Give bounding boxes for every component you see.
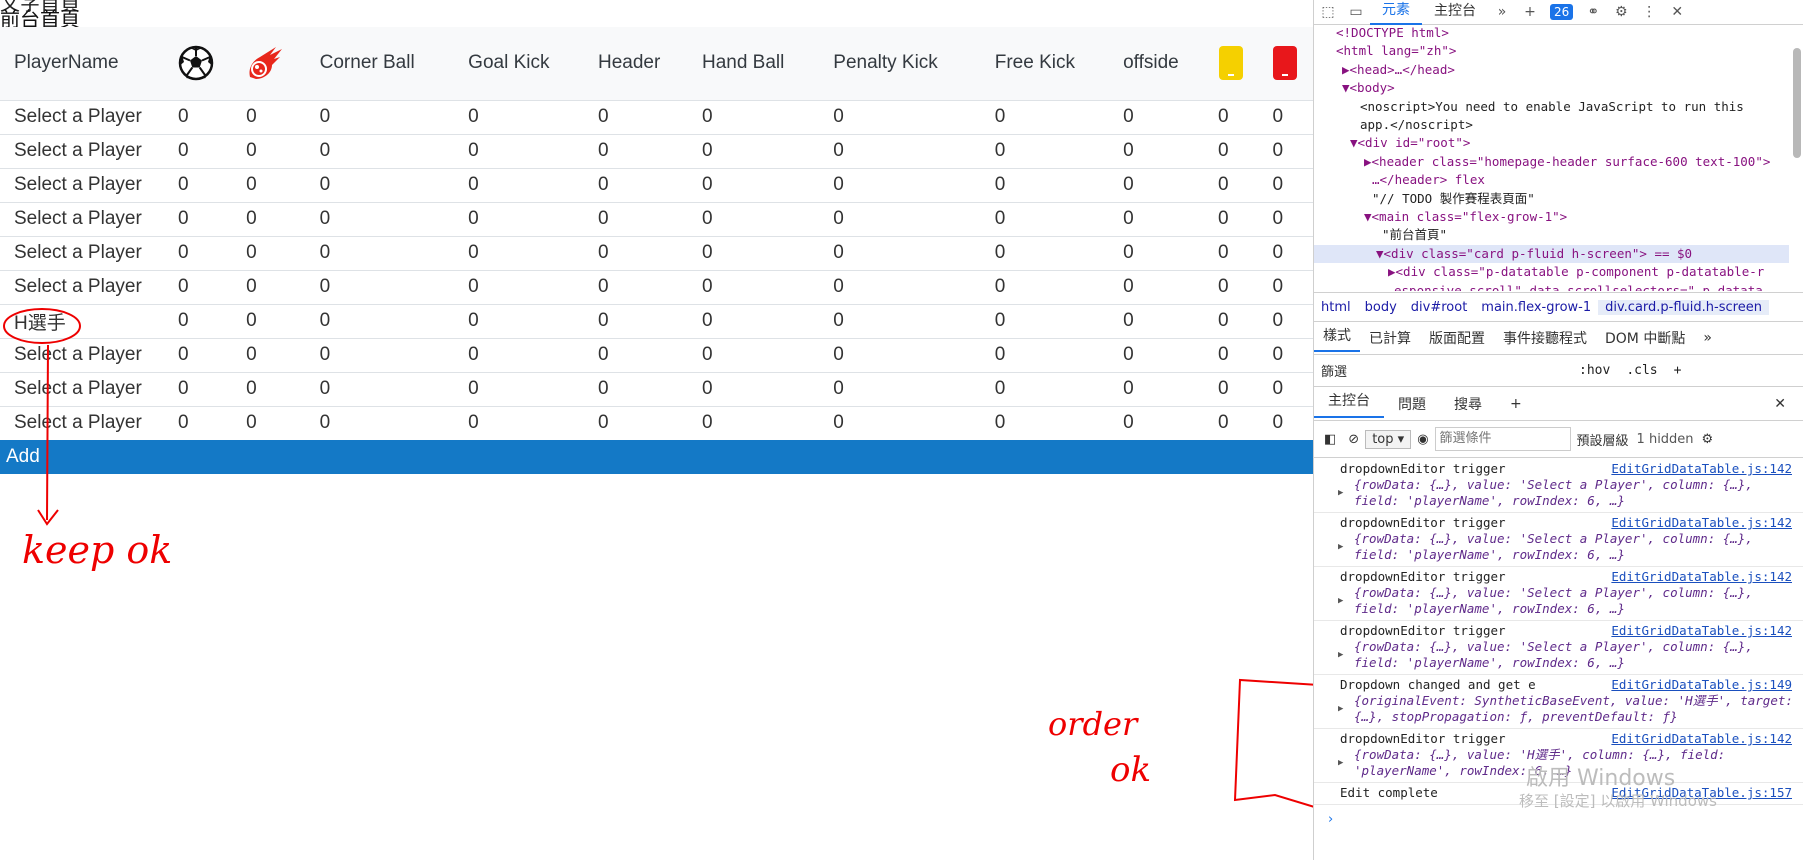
dom-line-selected[interactable]: ▼<div class="card p-fluid h-screen"> == … — [1314, 244, 1789, 264]
console-filter-input[interactable]: 篩選條件 — [1434, 427, 1571, 451]
dom-line[interactable]: ▶<div class="p-datatable p-component p-d… — [1314, 263, 1789, 281]
dom-line[interactable]: app.</noscript> — [1314, 116, 1789, 134]
dom-line[interactable]: ▼<div id="root"> — [1314, 134, 1789, 152]
console-entry[interactable]: dropdownEditor trigger EditGridDataTable.… — [1314, 567, 1803, 621]
tab-console[interactable]: 主控台 — [1422, 0, 1488, 24]
tab-styles[interactable]: 樣式 — [1314, 325, 1360, 352]
cls-button[interactable]: .cls — [1618, 363, 1665, 378]
console-object-preview[interactable]: {rowData: {…}, value: 'Select a Player',… — [1338, 531, 1796, 563]
dom-line[interactable]: ▶<head>…</head> — [1314, 61, 1789, 79]
console-toolbar: ◧ ⊘ top ▾ ◉ 篩選條件 預設層級 1 hidden ⚙ — [1314, 421, 1803, 458]
dom-line[interactable]: <html lang="zh"> — [1314, 42, 1789, 60]
drawer-tab-search[interactable]: 搜尋 — [1440, 394, 1496, 414]
hidden-count: 1 hidden — [1636, 431, 1694, 447]
close-drawer-icon[interactable]: ✕ — [1760, 396, 1803, 412]
new-rule-icon[interactable]: + — [1666, 363, 1690, 378]
dom-line[interactable]: <noscript>You need to enable JavaScript … — [1314, 98, 1789, 116]
dom-scrollbar-thumb[interactable] — [1793, 48, 1801, 158]
console-object-preview[interactable]: {originalEvent: SyntheticBaseEvent, valu… — [1338, 693, 1796, 725]
breadcrumb-item-current[interactable]: div.card.p-fluid.h-screen — [1598, 299, 1769, 315]
connections-icon[interactable]: ⚭ — [1579, 4, 1607, 20]
console-source-link[interactable]: EditGridDataTable.js:142 — [1611, 623, 1792, 639]
console-settings-icon[interactable]: ⚙ — [1694, 432, 1714, 447]
tab-dom-breakpoints[interactable]: DOM 中斷點 — [1596, 328, 1694, 348]
menu-dots-icon[interactable]: ⋮ — [1635, 4, 1663, 20]
dom-line[interactable]: "// TODO 製作賽程表頁面" — [1314, 190, 1789, 208]
dom-line[interactable]: esponsive-scroll" data-scrollselectors="… — [1314, 282, 1789, 291]
settings-gear-icon[interactable]: ⚙ — [1607, 4, 1635, 20]
console-source-link[interactable]: EditGridDataTable.js:142 — [1611, 731, 1792, 747]
console-entry[interactable]: Dropdown changed and get e EditGridDataTa… — [1314, 675, 1803, 729]
drawer-tab-console[interactable]: 主控台 — [1314, 390, 1384, 418]
more-style-tabs-icon[interactable]: » — [1694, 330, 1721, 346]
console-object-preview[interactable]: {rowData: {…}, value: 'Select a Player',… — [1338, 639, 1796, 671]
tab-elements[interactable]: 元素 — [1370, 0, 1422, 25]
console-entry[interactable]: dropdownEditor trigger EditGridDataTable.… — [1314, 459, 1803, 513]
windows-activation-title: 啟用 Windows — [1526, 766, 1676, 791]
clear-console-icon[interactable]: ⊘ — [1336, 432, 1359, 447]
styles-filter-bar: 篩選 :hov .cls + — [1314, 356, 1803, 384]
console-source-link[interactable]: EditGridDataTable.js:149 — [1611, 677, 1792, 693]
breadcrumb-item[interactable]: main.flex-grow-1 — [1474, 300, 1598, 315]
console-object-preview[interactable]: {rowData: {…}, value: 'Select a Player',… — [1338, 585, 1796, 617]
dom-line[interactable]: <!DOCTYPE html> — [1314, 24, 1789, 42]
console-object-preview[interactable]: {rowData: {…}, value: 'Select a Player',… — [1338, 477, 1796, 509]
dom-line[interactable]: "前台首頁" — [1314, 226, 1789, 244]
tab-event-listeners[interactable]: 事件接聽程式 — [1494, 328, 1596, 348]
inspect-icon[interactable]: ⬚ — [1314, 4, 1342, 20]
console-log: dropdownEditor trigger EditGridDataTable.… — [1314, 459, 1803, 805]
devtools-toolbar: ⬚ ▭ 元素 主控台 » + 26 ⚭ ⚙ ⋮ ✕ — [1314, 0, 1803, 25]
annotation-order: order — [1048, 705, 1138, 743]
console-source-link[interactable]: EditGridDataTable.js:142 — [1611, 461, 1792, 477]
dom-line[interactable]: ▶<header class="homepage-header surface-… — [1314, 153, 1789, 171]
windows-activation-subtitle: 移至 [設定] 以啟用 Windows — [1519, 792, 1717, 810]
app-area: 文字首頁 前台首頁 PlayerName Corner Ball Goal Ki… — [0, 0, 1313, 860]
log-levels-dropdown[interactable]: 預設層級 — [1577, 430, 1629, 449]
context-selector[interactable]: top ▾ — [1365, 429, 1412, 449]
hov-button[interactable]: :hov — [1571, 363, 1618, 378]
devtools-panel: ⬚ ▭ 元素 主控台 » + 26 ⚭ ⚙ ⋮ ✕ <!DOCTYPE html… — [1313, 0, 1803, 860]
console-entry[interactable]: dropdownEditor trigger EditGridDataTable.… — [1314, 513, 1803, 567]
styles-filter-input[interactable]: 篩選 — [1314, 361, 1571, 380]
breadcrumb-item[interactable]: div#root — [1404, 300, 1475, 315]
breadcrumb-item[interactable]: body — [1358, 300, 1404, 315]
breadcrumb: html body div#root main.flex-grow-1 div.… — [1314, 292, 1803, 322]
add-tab-icon[interactable]: + — [1516, 4, 1544, 20]
sidebar-toggle-icon[interactable]: ◧ — [1314, 432, 1336, 447]
breadcrumb-item[interactable]: html — [1314, 300, 1358, 315]
console-source-link[interactable]: EditGridDataTable.js:142 — [1611, 569, 1792, 585]
console-source-link[interactable]: EditGridDataTable.js:142 — [1611, 515, 1792, 531]
drawer-add-tab-icon[interactable]: + — [1496, 396, 1536, 412]
close-devtools-icon[interactable]: ✕ — [1663, 4, 1691, 20]
dom-line[interactable]: …</header> flex — [1314, 171, 1789, 189]
drawer-tab-issues[interactable]: 問題 — [1384, 394, 1440, 414]
dom-tree[interactable]: <!DOCTYPE html> <html lang="zh"> ▶<head>… — [1314, 24, 1789, 291]
console-prompt-icon[interactable]: › — [1328, 812, 1333, 827]
dom-line[interactable]: ▼<body> — [1314, 79, 1789, 97]
dom-line[interactable]: ▼<main class="flex-grow-1"> — [1314, 208, 1789, 226]
styles-tabbar: 樣式 已計算 版面配置 事件接聽程式 DOM 中斷點 » — [1314, 322, 1803, 355]
more-tabs-icon[interactable]: » — [1488, 4, 1516, 20]
issues-badge[interactable]: 26 — [1550, 4, 1574, 20]
drawer-tabbar: 主控台 問題 搜尋 + ✕ — [1314, 386, 1803, 421]
tab-layout[interactable]: 版面配置 — [1420, 328, 1494, 348]
console-entry[interactable]: dropdownEditor trigger EditGridDataTable.… — [1314, 621, 1803, 675]
device-toggle-icon[interactable]: ▭ — [1342, 4, 1370, 20]
annotation-keep-ok: keep ok — [22, 528, 173, 572]
tab-computed[interactable]: 已計算 — [1360, 328, 1420, 348]
annotation-order-ok: ok — [1110, 750, 1152, 790]
live-expression-icon[interactable]: ◉ — [1417, 432, 1428, 447]
context-value: top — [1372, 431, 1394, 447]
dom-scrollbar[interactable] — [1791, 28, 1803, 278]
